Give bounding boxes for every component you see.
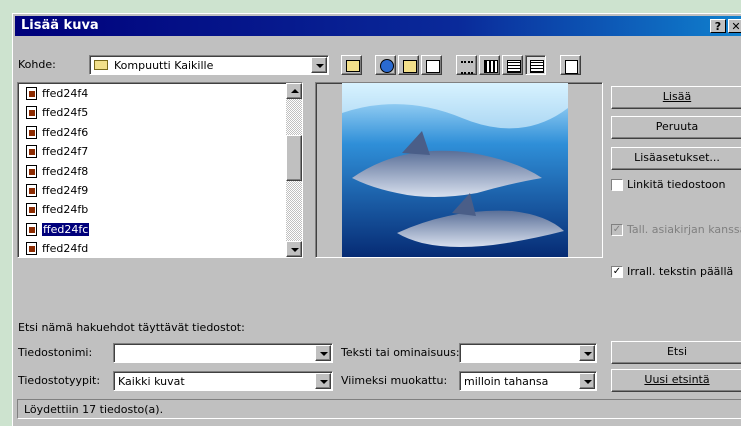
file-name: ffed24f9	[42, 184, 89, 197]
preview-pane	[315, 82, 603, 258]
float-checkbox[interactable]: ✓	[611, 266, 623, 278]
insert-picture-dialog: Lisää kuva ? ✕ Kohde: Kompuutti Kaikille…	[12, 13, 741, 426]
insert-button-label: Lisää	[662, 90, 692, 103]
search-web-button[interactable]	[375, 55, 396, 75]
file-name: ffed24f6	[42, 125, 89, 139]
chevron-down-icon	[584, 352, 592, 356]
scroll-thumb[interactable]	[286, 135, 302, 181]
file-name: ffed24fb	[42, 203, 89, 217]
new-search-label: Uusi etsintä	[644, 373, 710, 386]
search-web-icon	[380, 59, 394, 73]
text-dropdown-button[interactable]	[579, 345, 595, 361]
picture-file-icon	[26, 164, 37, 178]
properties-view-button[interactable]	[502, 55, 523, 75]
cancel-button[interactable]: Peruuta	[611, 116, 741, 139]
file-list-item[interactable]: ffed24f9	[22, 182, 282, 201]
file-list-item[interactable]: ffed24f5	[22, 104, 282, 123]
file-list-item[interactable]: ffed24f7	[22, 143, 282, 162]
commands-icon	[565, 60, 578, 74]
chevron-down-icon	[316, 64, 324, 68]
title-bar: Lisää kuva ? ✕	[15, 16, 741, 36]
dolphins-image	[342, 83, 568, 257]
commands-button[interactable]	[560, 55, 581, 75]
text-input[interactable]	[459, 343, 597, 363]
chevron-down-icon	[291, 248, 299, 252]
file-list-item[interactable]: ffed24f6	[22, 124, 282, 143]
details-view-icon	[484, 60, 498, 73]
file-list-item[interactable]: ffed24f8	[22, 163, 282, 182]
file-list[interactable]: ffed24f4 ffed24f5 ffed24f6 ffed24f7 ffed24f8…	[17, 82, 303, 258]
status-bar: Löydettiin 17 tiedosto(a).	[17, 399, 741, 419]
save-with-label: Tall. asiakirjan kanssa	[627, 223, 741, 236]
preview-view-button[interactable]	[525, 55, 546, 75]
lookin-label: Kohde:	[18, 58, 56, 71]
filetype-dropdown-button[interactable]	[315, 373, 331, 389]
filename-label: Tiedostonimi:	[18, 346, 93, 359]
help-button[interactable]: ?	[710, 19, 726, 33]
add-to-favorites-icon	[426, 60, 440, 73]
text-label: Teksti tai ominaisuus:	[341, 346, 460, 359]
lookin-value: Kompuutti Kaikille	[114, 59, 214, 72]
properties-view-icon	[507, 60, 521, 73]
lookin-dropdown[interactable]: Kompuutti Kaikille	[89, 55, 329, 75]
up-folder-button[interactable]	[341, 55, 362, 75]
scroll-up-button[interactable]	[286, 83, 302, 99]
filename-input[interactable]	[113, 343, 333, 363]
picture-file-icon	[26, 87, 37, 100]
picture-file-icon	[26, 203, 37, 217]
insert-button[interactable]: Lisää	[611, 86, 741, 109]
link-label: Linkitä tiedostoon	[627, 178, 726, 191]
dialog-title: Lisää kuva	[21, 18, 99, 33]
scrollbar[interactable]	[286, 83, 302, 257]
modified-dropdown-button[interactable]	[579, 373, 595, 389]
picture-file-icon	[26, 106, 37, 120]
filetype-dropdown[interactable]: Kaikki kuvat	[113, 371, 333, 391]
file-name: ffed24fd	[42, 242, 89, 256]
status-text: Löydettiin 17 tiedosto(a).	[24, 403, 164, 416]
chevron-down-icon	[320, 352, 328, 356]
find-button[interactable]: Etsi	[611, 341, 741, 364]
picture-file-icon	[26, 125, 37, 139]
new-search-button[interactable]: Uusi etsintä	[611, 369, 741, 392]
lookin-dropdown-button[interactable]	[311, 57, 327, 73]
close-button[interactable]: ✕	[728, 19, 741, 33]
filename-dropdown-button[interactable]	[315, 345, 331, 361]
preview-view-icon	[530, 60, 544, 73]
save-with-checkbox: ✓	[611, 224, 623, 236]
picture-file-icon	[26, 242, 37, 256]
picture-file-icon	[26, 222, 37, 236]
chevron-down-icon	[584, 380, 592, 384]
modified-label: Viimeksi muokattu:	[341, 374, 448, 387]
favorites-icon	[403, 60, 417, 73]
link-checkbox[interactable]	[611, 179, 623, 191]
chevron-up-icon	[291, 89, 299, 93]
list-view-button[interactable]	[456, 55, 477, 75]
favorites-button[interactable]	[398, 55, 419, 75]
advanced-button[interactable]: Lisäasetukset...	[611, 147, 741, 170]
float-label: Irrall. tekstin päällä	[627, 265, 734, 278]
details-view-button[interactable]	[479, 55, 500, 75]
file-list-item[interactable]: ffed24fd	[22, 240, 282, 257]
file-name: ffed24f5	[42, 106, 89, 120]
filetype-value: Kaikki kuvat	[118, 375, 185, 388]
file-name: ffed24f4	[42, 87, 89, 100]
scroll-down-button[interactable]	[286, 241, 302, 257]
add-to-favorites-button[interactable]	[421, 55, 442, 75]
chevron-down-icon	[320, 380, 328, 384]
search-heading: Etsi nämä hakuehdot täyttävät tiedostot:	[18, 321, 245, 334]
picture-file-icon	[26, 184, 37, 197]
up-folder-icon	[346, 60, 360, 72]
file-name: ffed24f8	[42, 164, 89, 178]
picture-file-icon	[26, 145, 37, 159]
modified-dropdown[interactable]: milloin tahansa	[459, 371, 597, 391]
file-list-item[interactable]: ffed24fc	[22, 221, 282, 240]
file-name: ffed24fc	[40, 221, 91, 237]
file-name: ffed24f7	[42, 145, 89, 159]
file-list-item[interactable]: ffed24fb	[22, 201, 282, 220]
folder-icon	[94, 60, 108, 70]
modified-value: milloin tahansa	[464, 375, 549, 388]
list-view-icon	[461, 61, 473, 74]
filetype-label: Tiedostotyypit:	[18, 374, 101, 387]
file-list-item[interactable]: ffed24f4	[22, 85, 282, 104]
